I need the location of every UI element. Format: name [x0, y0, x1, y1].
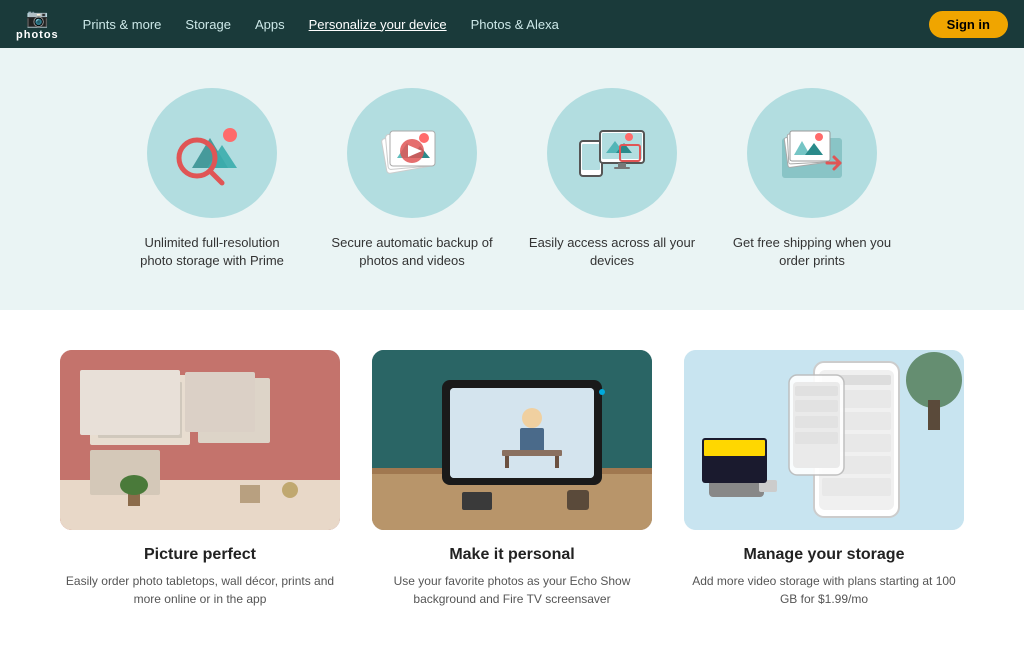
card-manage-storage: Manage your storage Add more video stora… [684, 350, 964, 608]
free-shipping-text: Get free shipping when you order prints [728, 234, 896, 270]
nav-links: Prints & more Storage Apps Personalize y… [83, 17, 929, 32]
make-personal-title: Make it personal [449, 546, 574, 564]
make-personal-desc: Use your favorite photos as your Echo Sh… [372, 572, 652, 608]
nav-photos-alexa[interactable]: Photos & Alexa [471, 17, 559, 32]
feature-secure-backup: Secure automatic backup of photos and vi… [312, 88, 512, 270]
logo-text: photos [16, 29, 59, 41]
picture-perfect-desc: Easily order photo tabletops, wall décor… [60, 572, 340, 608]
manage-storage-title: Manage your storage [744, 546, 905, 564]
free-shipping-icon [747, 88, 877, 218]
easy-access-text: Easily access across all your devices [528, 234, 696, 270]
navigation: 📷 photos Prints & more Storage Apps Pers… [0, 0, 1024, 48]
easy-access-icon [547, 88, 677, 218]
picture-perfect-title: Picture perfect [144, 546, 256, 564]
nav-apps[interactable]: Apps [255, 17, 285, 32]
manage-storage-image [684, 350, 964, 530]
card-make-personal: Make it personal Use your favorite photo… [372, 350, 652, 608]
features-section: Unlimited full-resolution photo storage … [0, 48, 1024, 310]
nav-personalize[interactable]: Personalize your device [309, 17, 447, 32]
secure-backup-text: Secure automatic backup of photos and vi… [328, 234, 496, 270]
feature-easy-access: Easily access across all your devices [512, 88, 712, 270]
unlimited-storage-icon [147, 88, 277, 218]
logo[interactable]: 📷 photos [16, 8, 59, 41]
feature-unlimited-storage: Unlimited full-resolution photo storage … [112, 88, 312, 270]
logo-camera-icon: 📷 [26, 8, 48, 29]
nav-prints[interactable]: Prints & more [83, 17, 162, 32]
unlimited-storage-text: Unlimited full-resolution photo storage … [128, 234, 296, 270]
nav-storage[interactable]: Storage [185, 17, 231, 32]
picture-perfect-image [60, 350, 340, 530]
make-personal-image [372, 350, 652, 530]
bottom-padding [0, 628, 1024, 648]
card-picture-perfect: Picture perfect Easily order photo table… [60, 350, 340, 608]
secure-backup-icon [347, 88, 477, 218]
manage-storage-desc: Add more video storage with plans starti… [684, 572, 964, 608]
sign-in-button[interactable]: Sign in [929, 11, 1008, 38]
feature-free-shipping: Get free shipping when you order prints [712, 88, 912, 270]
